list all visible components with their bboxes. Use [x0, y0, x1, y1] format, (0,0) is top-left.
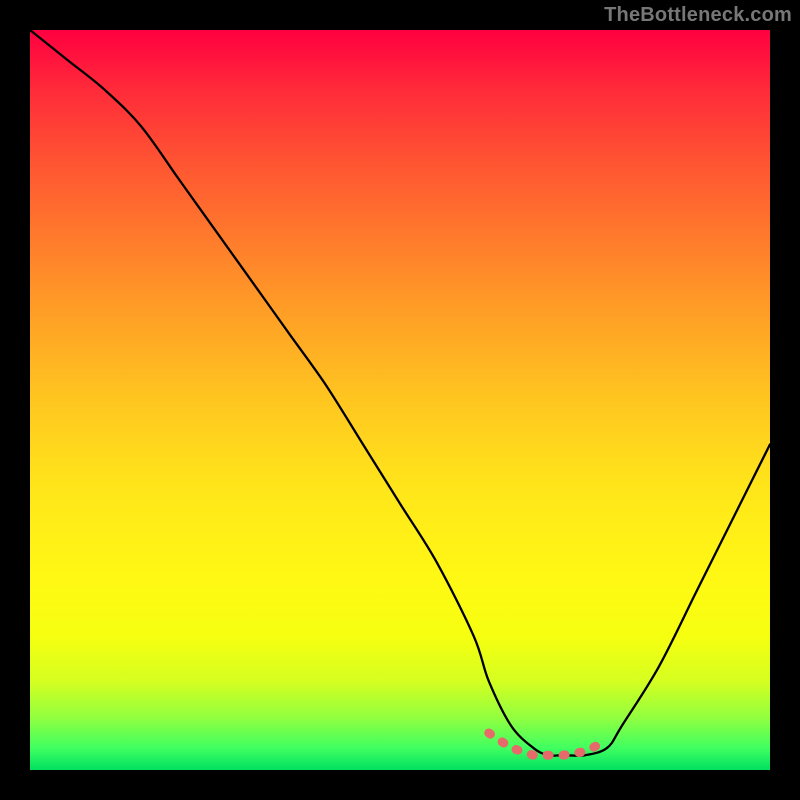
- watermark-text: TheBottleneck.com: [604, 4, 792, 27]
- curve-svg: [30, 30, 770, 770]
- chart-stage: TheBottleneck.com: [0, 0, 800, 800]
- plot-area: [30, 30, 770, 770]
- bottleneck-curve-path: [30, 30, 770, 756]
- optimal-range-path: [489, 733, 607, 755]
